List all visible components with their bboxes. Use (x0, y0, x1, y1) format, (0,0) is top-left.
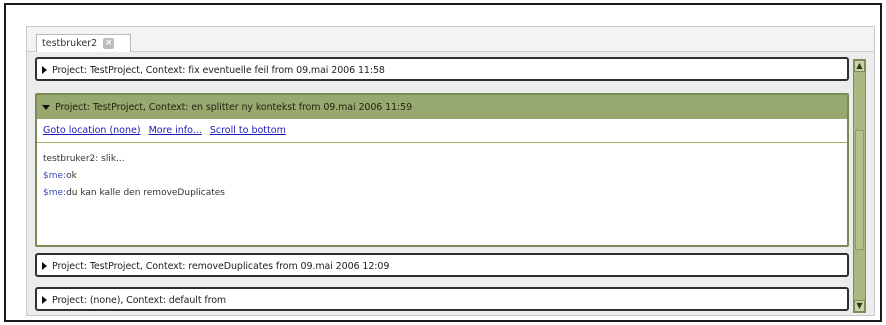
scroll-to-bottom-link[interactable]: Scroll to bottom (210, 125, 286, 136)
tab-testbruker2[interactable]: testbruker2 × (36, 34, 131, 52)
session-header[interactable]: Project: TestProject, Context: fix event… (37, 59, 847, 81)
expand-arrow-icon[interactable] (42, 296, 47, 304)
goto-location-link[interactable]: Goto location (none) (43, 125, 141, 136)
close-icon[interactable]: × (103, 38, 115, 49)
message-text: testbruker2: slik... (43, 154, 125, 164)
tab-label: testbruker2 (42, 38, 98, 49)
session-links: Goto location (none) More info... Scroll… (37, 119, 847, 143)
session-item[interactable]: Project: (none), Context: default from (35, 287, 849, 311)
session-header[interactable]: Project: (none), Context: default from (37, 289, 847, 311)
session-title: Project: TestProject, Context: removeDup… (52, 260, 390, 272)
message-text: ok (66, 171, 77, 181)
scroll-thumb[interactable] (855, 130, 864, 250)
message-sender: $me: (43, 171, 67, 181)
message-text: du kan kalle den removeDuplicates (66, 188, 225, 198)
session-item[interactable]: Project: TestProject, Context: removeDup… (35, 253, 849, 277)
session-item[interactable]: Project: TestProject, Context: fix event… (35, 57, 849, 81)
collapse-arrow-icon[interactable] (42, 105, 50, 110)
tab-strip: testbruker2 × (27, 27, 874, 52)
up-arrow-icon[interactable]: ▲ (854, 60, 865, 72)
more-info-link[interactable]: More info... (149, 125, 202, 136)
session-header[interactable]: Project: TestProject, Context: removeDup… (37, 255, 847, 277)
session-title: Project: (none), Context: default from (52, 294, 227, 306)
down-arrow-icon[interactable]: ▼ (854, 300, 865, 312)
session-title: Project: TestProject, Context: fix event… (52, 64, 385, 76)
chat-message: testbruker2: slik... (43, 151, 841, 168)
message-list: testbruker2: slik... $me:ok $me:du kan k… (37, 143, 847, 204)
expand-arrow-icon[interactable] (42, 262, 47, 270)
session-header[interactable]: Project: TestProject, Context: en splitt… (37, 95, 847, 119)
chat-message: $me:ok (43, 168, 841, 185)
chat-panel: testbruker2 × Project: TestProject, Cont… (26, 26, 875, 316)
session-list: Project: TestProject, Context: fix event… (35, 57, 849, 313)
chat-window: testbruker2 × Project: TestProject, Cont… (4, 3, 882, 322)
expand-arrow-icon[interactable] (42, 66, 47, 74)
session-title: Project: TestProject, Context: en splitt… (55, 101, 413, 113)
message-sender: $me: (43, 188, 67, 198)
session-item-expanded[interactable]: Project: TestProject, Context: en splitt… (35, 93, 849, 247)
vertical-scrollbar[interactable]: ▲ ▼ (853, 59, 866, 313)
chat-message: $me:du kan kalle den removeDuplicates (43, 185, 841, 202)
